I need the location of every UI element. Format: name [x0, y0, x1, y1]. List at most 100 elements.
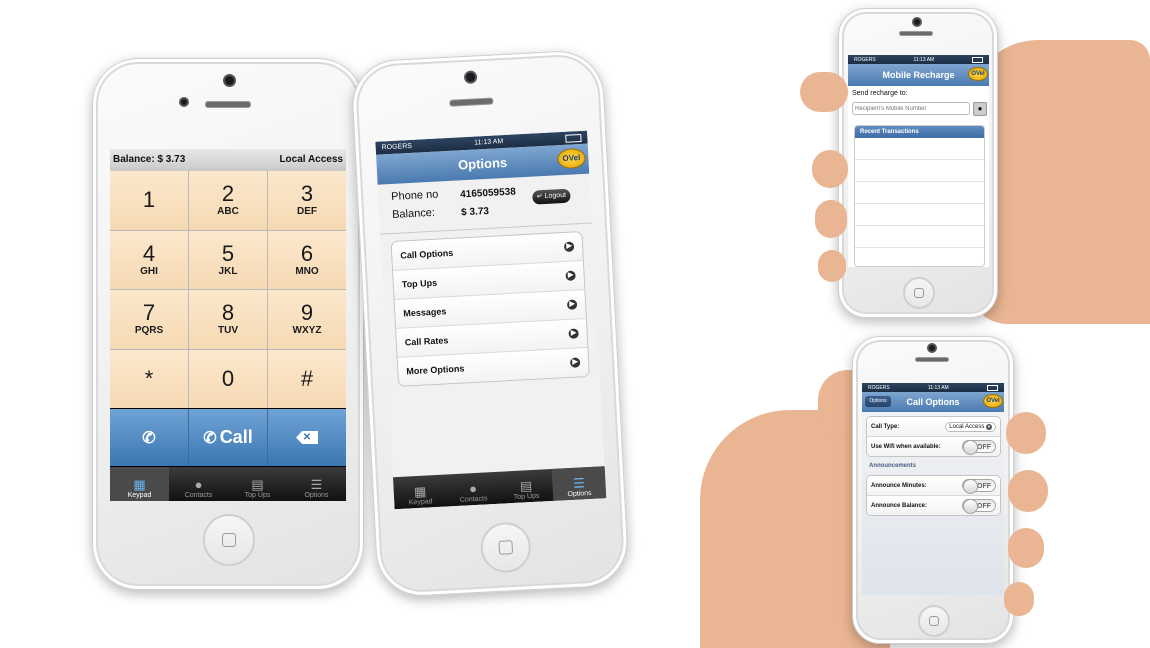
tab-label: Top Ups	[244, 492, 271, 499]
key-10[interactable]: 0	[189, 349, 267, 408]
hand-fingers	[1004, 582, 1034, 616]
tab-label: Contacts	[459, 495, 488, 504]
backspace-icon: ✕	[296, 431, 318, 444]
chevron-right-icon: ▶	[569, 357, 581, 368]
carrier-label: ROGERS	[854, 56, 876, 63]
access-label: Local Access	[279, 154, 343, 165]
announce-minutes-label: Announce Minutes:	[871, 482, 927, 489]
key-8[interactable]: 9 WXYZ	[268, 290, 346, 349]
key-7[interactable]: 8 TUV	[189, 290, 267, 349]
announce-minutes-toggle[interactable]: OFF	[962, 479, 996, 494]
key-6[interactable]: 7 PQRS	[110, 290, 188, 349]
tab-top-ups[interactable]: ▤ Top Ups	[499, 469, 554, 504]
home-square-icon	[222, 533, 236, 547]
key-digit: 1	[142, 187, 156, 213]
home-button[interactable]	[479, 521, 533, 574]
tab-top-ups[interactable]: ▤ Top Ups	[228, 467, 287, 501]
announce-balance-row: Announce Balance: OFF	[867, 495, 1000, 515]
ovel-logo: OVel	[983, 394, 1003, 408]
battery-icon	[565, 133, 582, 143]
call-button[interactable]: ✆ Call	[189, 409, 267, 466]
back-button[interactable]: Options	[865, 396, 891, 407]
carrier-label: ROGERS	[868, 384, 890, 391]
call-actions: ✆ ✆ Call ✕	[110, 409, 346, 466]
recent-transactions-table: Recent Transactions	[854, 125, 985, 267]
balance-bar: Balance: $ 3.73 Local Access	[110, 149, 346, 171]
person-icon: ●	[977, 104, 983, 113]
chevron-right-icon: ▶	[566, 299, 578, 310]
hand-fingers	[812, 150, 848, 188]
backspace-button[interactable]: ✕	[268, 409, 346, 466]
wifi-toggle[interactable]: OFF	[962, 440, 996, 455]
keypad-tabbar: ▦ Keypad ● Contacts ▤ Top Ups ☰ Options	[110, 467, 346, 501]
key-0[interactable]: 1	[110, 171, 188, 230]
recharge-phone: ROGERS 11:13 AM Mobile Recharge OVel Sen…	[838, 8, 998, 318]
key-11[interactable]: #	[268, 349, 346, 408]
contact-picker-button[interactable]: ●	[973, 102, 987, 116]
key-digit: 6	[300, 240, 314, 266]
key-digit: 0	[221, 365, 235, 391]
home-square-icon	[929, 616, 939, 626]
hand-fingers	[818, 250, 846, 282]
key-2[interactable]: 3 DEF	[268, 171, 346, 230]
phone-icon: ✆	[203, 429, 217, 447]
tab-label: Options	[567, 489, 592, 499]
contacts-icon: ●	[194, 477, 203, 492]
key-9[interactable]: *	[110, 349, 188, 408]
tab-options[interactable]: ☰ Options	[287, 467, 346, 501]
tab-options[interactable]: ☰ Options	[551, 466, 607, 501]
tab-keypad[interactable]: ▦ Keypad	[110, 467, 169, 501]
earpiece-speaker	[205, 101, 251, 108]
call-type-select[interactable]: Local Access ▼	[945, 421, 996, 432]
contacts-dial-button[interactable]: ✆	[110, 409, 188, 466]
time-label: 11:13 AM	[473, 138, 504, 147]
calloptions-screen: ROGERS 11:13 AM Call Options Options OVe…	[862, 383, 1004, 595]
call-type-value: Local Access	[949, 423, 985, 430]
hand-fingers	[800, 72, 848, 112]
keypad-phone: Balance: $ 3.73 Local Access 1 2 ABC 3 DEF 4 G…	[92, 58, 364, 590]
transaction-row	[855, 182, 984, 204]
keypad-icon: ▦	[133, 477, 146, 492]
announcements-header: Announcements	[869, 463, 917, 469]
options-icon: ☰	[310, 477, 323, 492]
recipient-number-input[interactable]	[852, 102, 970, 115]
menu-item-label: Messages	[403, 306, 447, 319]
key-letters: JKL	[218, 265, 238, 277]
page-title: Mobile Recharge	[882, 70, 955, 80]
battery-icon	[972, 56, 983, 63]
tab-contacts[interactable]: ● Contacts	[446, 472, 501, 507]
chevron-right-icon: ▶	[565, 270, 576, 281]
home-button[interactable]	[203, 514, 255, 566]
topups-icon: ▤	[251, 477, 264, 492]
transaction-row	[855, 226, 984, 248]
transaction-row	[855, 204, 984, 226]
menu-item-label: Call Options	[400, 247, 454, 261]
tab-keypad[interactable]: ▦ Keypad	[393, 475, 448, 510]
keypad-icon: ▦	[413, 483, 427, 500]
announce-balance-toggle[interactable]: OFF	[962, 499, 996, 514]
hand-fingers	[1008, 470, 1048, 512]
key-digit: 7	[142, 300, 156, 326]
call-type-row[interactable]: Call Type: Local Access ▼	[867, 417, 1000, 436]
key-digit: 4	[142, 240, 156, 266]
logout-button[interactable]: ↵ Logout	[532, 188, 571, 205]
key-digit: *	[144, 365, 154, 391]
home-button[interactable]	[903, 277, 935, 309]
key-5[interactable]: 6 MNO	[268, 230, 346, 289]
key-4[interactable]: 5 JKL	[189, 230, 267, 289]
phone-list-icon: ✆	[142, 429, 156, 447]
balance-label: Balance:	[391, 206, 436, 221]
tab-contacts[interactable]: ● Contacts	[169, 467, 228, 501]
chevron-down-icon: ▼	[986, 423, 992, 430]
key-3[interactable]: 4 GHI	[110, 230, 188, 289]
front-camera	[223, 74, 236, 87]
key-letters: MNO	[295, 265, 319, 277]
home-button[interactable]	[918, 605, 950, 637]
tab-label: Contacts	[184, 492, 213, 499]
home-square-icon	[914, 288, 924, 298]
earpiece-speaker	[899, 31, 933, 36]
hand-fingers	[1008, 528, 1044, 568]
tab-label: Keypad	[127, 492, 152, 499]
key-1[interactable]: 2 ABC	[189, 171, 267, 230]
wifi-label: Use Wifi when available:	[871, 443, 941, 450]
